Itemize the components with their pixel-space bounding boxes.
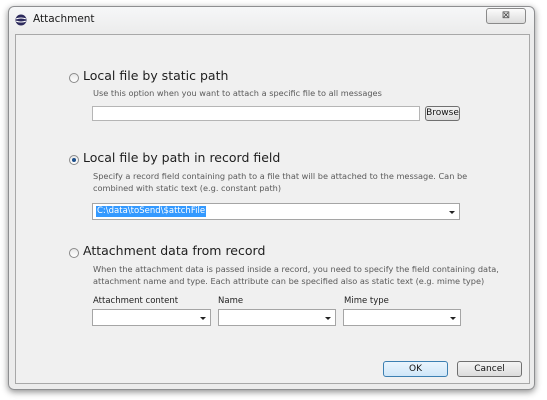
dropdown-arrow-icon[interactable]: [450, 317, 456, 320]
static-path-label: Local file by static path: [83, 68, 229, 83]
ok-button[interactable]: OK: [383, 361, 448, 377]
static-path-input[interactable]: [92, 106, 420, 121]
record-field-selected-value: C:\data\toSend\$attchFile: [96, 206, 207, 217]
record-field-description-line2: combined with static text (e.g. constant…: [93, 183, 282, 193]
attachment-data-label: Attachment data from record: [83, 243, 266, 258]
dialog-content: Local file by static path Use this optio…: [15, 34, 530, 384]
attachment-content-combo[interactable]: [92, 309, 211, 326]
dropdown-arrow-icon[interactable]: [449, 211, 455, 214]
close-button[interactable]: ⊠: [486, 8, 526, 24]
name-combo[interactable]: [218, 309, 336, 326]
static-path-radio[interactable]: [69, 73, 79, 83]
name-label: Name: [218, 296, 244, 306]
title-bar: Attachment ⊠: [9, 7, 534, 33]
dropdown-arrow-icon[interactable]: [200, 317, 206, 320]
browse-button[interactable]: Browse: [425, 106, 460, 121]
record-field-combo[interactable]: C:\data\toSend\$attchFile: [92, 203, 460, 220]
java-icon: [15, 14, 27, 26]
cancel-button[interactable]: Cancel: [457, 361, 522, 377]
attachment-data-radio[interactable]: [69, 248, 79, 258]
record-field-description-line1: Specify a record field containing path t…: [93, 171, 468, 181]
close-icon: ⊠: [501, 10, 511, 21]
dropdown-arrow-icon[interactable]: [325, 317, 331, 320]
record-field-label: Local file by path in record field: [83, 150, 281, 165]
attachment-dialog: Attachment ⊠ Local file by static path U…: [8, 6, 535, 390]
mime-type-label: Mime type: [344, 296, 389, 306]
record-field-radio[interactable]: [69, 155, 79, 165]
attachment-data-description-line1: When the attachment data is passed insid…: [93, 264, 499, 274]
attachment-content-label: Attachment content: [93, 296, 179, 306]
static-path-description: Use this option when you want to attach …: [93, 88, 382, 98]
attachment-data-description-line2: attachment name and type. Each attribute…: [93, 276, 485, 286]
window-title: Attachment: [33, 13, 95, 25]
mime-type-combo[interactable]: [343, 309, 461, 326]
